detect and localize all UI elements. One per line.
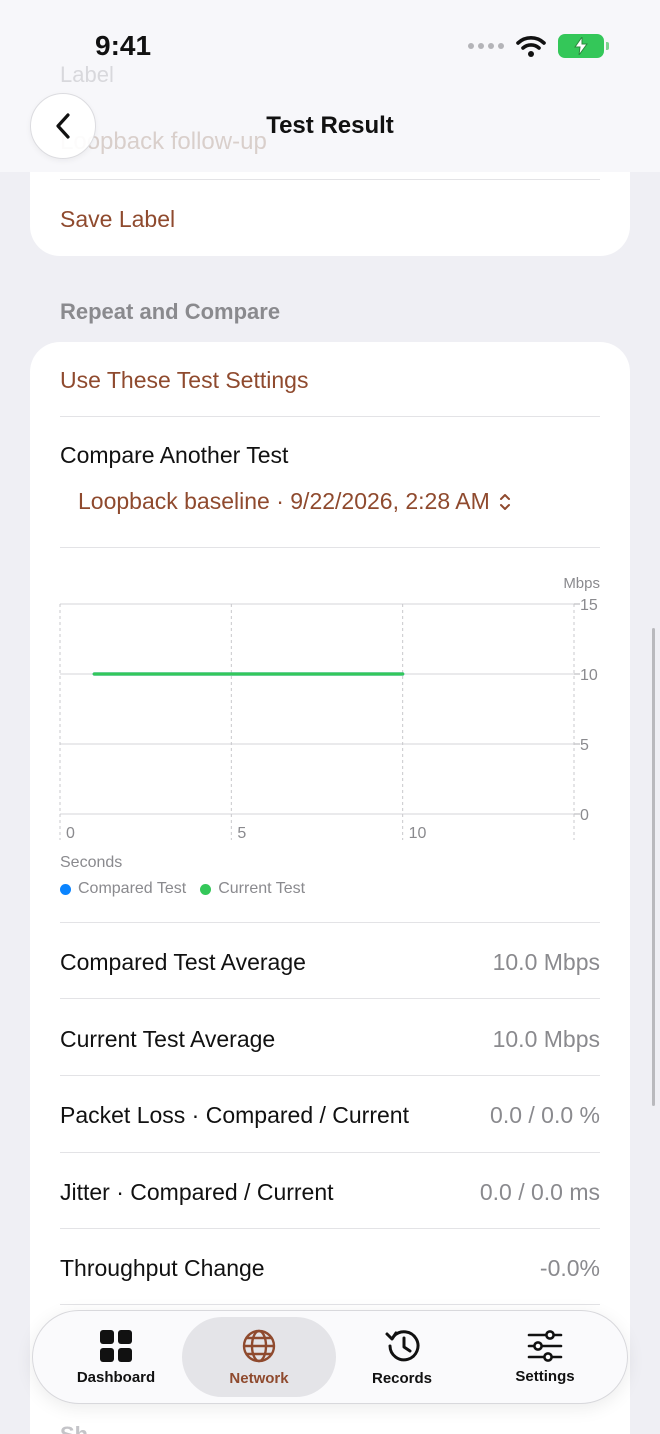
stat-value: 0.0 / 0.0 ms bbox=[479, 1179, 600, 1205]
divider bbox=[60, 1075, 600, 1076]
chart-x-axis-title: Seconds bbox=[60, 854, 123, 871]
stat-label: Current Test Average bbox=[60, 1026, 276, 1052]
stat-value: 10.0 Mbps bbox=[492, 1026, 600, 1052]
legend-item-current: Current Test bbox=[200, 880, 305, 898]
battery-charging-icon bbox=[558, 34, 609, 58]
stat-value: -0.0% bbox=[539, 1255, 600, 1281]
navigation-bar: Label Loopback follow-up 9:41 Test Resul… bbox=[0, 0, 660, 172]
next-section-header: Sh bbox=[60, 1422, 88, 1434]
y-tick-label: 0 bbox=[580, 807, 589, 824]
status-icons bbox=[468, 34, 609, 58]
divider bbox=[60, 179, 600, 180]
x-tick-label: 5 bbox=[237, 825, 246, 842]
scroll-indicator[interactable] bbox=[652, 628, 655, 1106]
stat-row: Throughput Change -0.0% bbox=[60, 1255, 600, 1282]
section-header: Repeat and Compare bbox=[60, 299, 281, 324]
tab-settings[interactable]: Settings bbox=[468, 1317, 622, 1397]
history-icon bbox=[385, 1329, 420, 1361]
stat-row: Jitter · Compared / Current 0.0 / 0.0 ms bbox=[60, 1179, 600, 1206]
page-title: Test Result bbox=[266, 112, 394, 139]
save-label-button[interactable]: Save Label bbox=[60, 206, 175, 233]
y-tick-label: 10 bbox=[580, 667, 598, 684]
stat-row: Compared Test Average 10.0 Mbps bbox=[60, 949, 600, 976]
stat-label: Jitter · Compared / Current bbox=[60, 1179, 334, 1205]
x-tick-label: 0 bbox=[66, 825, 75, 842]
globe-icon bbox=[242, 1329, 276, 1362]
legend-dot bbox=[60, 883, 71, 895]
wifi-icon bbox=[516, 36, 546, 57]
divider bbox=[60, 922, 600, 923]
stat-label: Throughput Change bbox=[60, 1255, 265, 1281]
compare-card: Use These Test Settings Compare Another … bbox=[30, 342, 630, 1434]
tab-label: Network bbox=[229, 1369, 289, 1387]
tab-label: Records bbox=[371, 1369, 433, 1387]
grid-icon bbox=[100, 1329, 132, 1362]
stat-row: Packet Loss · Compared / Current 0.0 / 0… bbox=[60, 1102, 600, 1129]
stat-value: 10.0 Mbps bbox=[492, 949, 600, 975]
legend-dot bbox=[200, 883, 212, 895]
legend-label: Compared Test bbox=[78, 880, 187, 897]
cellular-signal-icon bbox=[468, 43, 504, 49]
stat-row: Current Test Average 10.0 Mbps bbox=[60, 1026, 600, 1053]
tab-network[interactable]: Network bbox=[182, 1317, 336, 1397]
y-tick-label: 5 bbox=[580, 737, 589, 754]
stat-value: 0.0 / 0.0 % bbox=[490, 1102, 600, 1128]
status-time: 9:41 bbox=[95, 30, 152, 61]
y-axis-unit-label: Mbps bbox=[563, 575, 600, 592]
sliders-icon bbox=[527, 1329, 563, 1362]
divider bbox=[60, 1228, 600, 1229]
y-tick-label: 15 bbox=[580, 597, 598, 614]
legend-item-compared: Compared Test bbox=[60, 880, 186, 898]
tab-dashboard[interactable]: Dashboard bbox=[39, 1317, 193, 1397]
throughput-chart: 0 5 10 15 0 5 10 Mbps bbox=[59, 575, 600, 842]
x-tick-label: 10 bbox=[409, 825, 427, 842]
chart-legend: Compared Test Current Test bbox=[60, 880, 305, 898]
tab-label: Settings bbox=[515, 1367, 575, 1385]
stat-label: Packet Loss · Compared / Current bbox=[60, 1102, 409, 1128]
divider bbox=[60, 1304, 600, 1305]
legend-label: Current Test bbox=[218, 880, 306, 897]
divider bbox=[60, 1152, 600, 1153]
tab-bar: Dashboard Network Records Settings bbox=[32, 1310, 628, 1404]
divider bbox=[60, 998, 600, 999]
stat-label: Compared Test Average bbox=[60, 949, 306, 975]
tab-label: Dashboard bbox=[76, 1368, 156, 1386]
label-field-title: Label bbox=[60, 62, 114, 87]
tab-records[interactable]: Records bbox=[325, 1317, 479, 1397]
